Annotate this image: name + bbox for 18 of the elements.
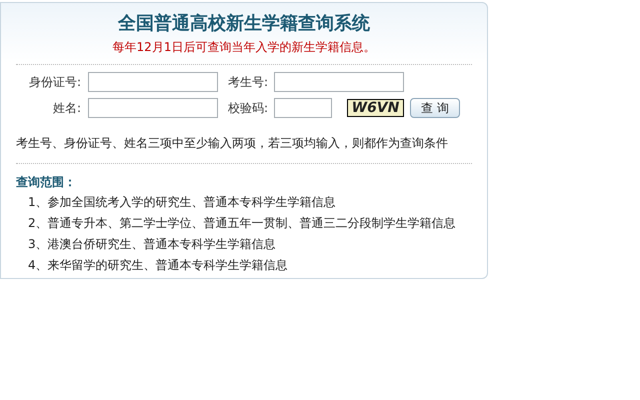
- captcha-image: W6VN: [347, 99, 404, 117]
- scope-item: 3、港澳台侨研究生、普通本专科学生学籍信息: [28, 236, 277, 252]
- scope-item: 2、普通专升本、第二学士学位、普通五年一贯制、普通三二分段制学生学籍信息: [28, 215, 457, 231]
- hint-text: 考生号、身份证号、姓名三项中至少输入两项，若三项均输入，则都作为查询条件: [16, 135, 449, 151]
- input-field[interactable]: [274, 72, 404, 92]
- field-label: 校验码:: [226, 100, 268, 117]
- scope-item: 4、来华留学的研究生、普通本专科学生学籍信息: [28, 257, 289, 273]
- input-field[interactable]: [274, 98, 332, 118]
- scope-item: 1、参加全国统考入学的研究生、普通本专科学生学籍信息: [28, 194, 337, 210]
- notice-text: 每年12月1日后可查询当年入学的新生学籍信息。: [112, 39, 376, 55]
- field-label: 身份证号:: [28, 74, 81, 91]
- input-field[interactable]: [88, 98, 218, 118]
- field-label: 考生号:: [226, 74, 268, 91]
- input-field[interactable]: [88, 72, 218, 92]
- field-label: 姓名:: [52, 100, 81, 117]
- query-button[interactable]: 查 询: [410, 98, 460, 118]
- section-heading: 查询范围：: [16, 174, 77, 190]
- page-title: 全国普通高校新生学籍查询系统: [116, 12, 371, 36]
